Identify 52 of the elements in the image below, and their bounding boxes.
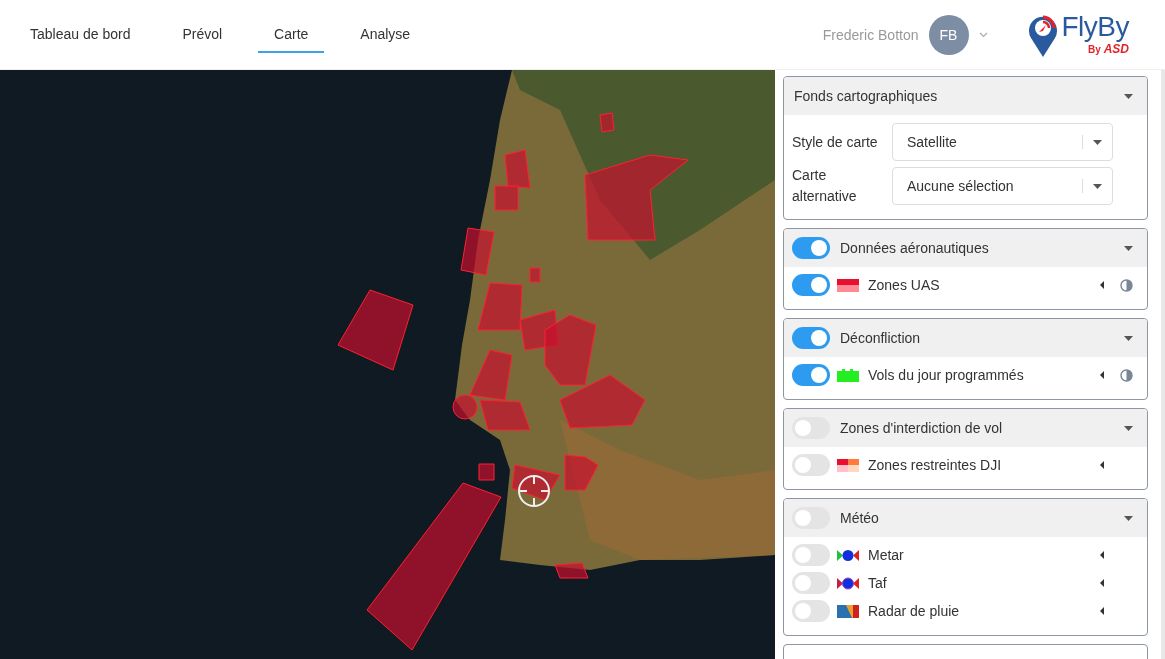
toggle-switch[interactable] [792, 327, 830, 349]
caret-down-icon[interactable] [1124, 93, 1133, 99]
legend-icon [837, 576, 859, 590]
user-name: Frederic Botton [822, 26, 919, 43]
chevron-down-icon[interactable] [978, 31, 988, 38]
opacity-icon[interactable] [1120, 368, 1133, 382]
layer-label: Metar [868, 547, 905, 563]
layer-label: Taf [868, 575, 888, 591]
toggle-switch[interactable] [792, 364, 830, 386]
satellite-map-drawing[interactable] [0, 70, 775, 659]
crosshair-icon [517, 474, 551, 508]
toggle-switch[interactable] [792, 454, 830, 476]
field-label: Carte alternative [792, 166, 858, 206]
caret-left-icon[interactable] [1100, 371, 1104, 379]
toggle-switch[interactable] [792, 237, 830, 259]
logo-by: By [1088, 43, 1101, 55]
caret-left-icon[interactable] [1100, 281, 1104, 289]
caret-down-icon [1093, 183, 1102, 189]
opacity-icon[interactable] [1120, 278, 1133, 292]
legend-icon [837, 278, 859, 292]
caret-left-icon[interactable] [1100, 461, 1104, 469]
select-field[interactable]: Aucune sélection [892, 167, 1113, 205]
toggle-switch[interactable] [792, 507, 830, 529]
nav-tab[interactable]: Analyse [344, 16, 427, 53]
layer-label: Vols du jour programmés [868, 367, 1025, 383]
nav-tab[interactable]: Tableau de bord [14, 16, 147, 53]
nav-tab[interactable]: Carte [258, 16, 325, 53]
logo-name: FlyBy [1061, 11, 1129, 42]
caret-down-icon[interactable] [1124, 425, 1133, 431]
legend-icon [837, 548, 859, 562]
caret-left-icon[interactable] [1100, 607, 1104, 615]
toggle-switch[interactable] [792, 600, 830, 622]
legend-icon [837, 458, 859, 472]
legend-icon [837, 604, 859, 618]
layer-label: Zones UAS [868, 277, 941, 293]
toggle-switch[interactable] [792, 274, 830, 296]
legend-icon [837, 368, 859, 382]
logo-brand: ASD [1103, 41, 1129, 56]
nav-tab[interactable]: Prévol [166, 16, 239, 53]
toggle-switch[interactable] [792, 417, 830, 439]
toggle-switch[interactable] [792, 544, 830, 566]
caret-down-icon[interactable] [1124, 335, 1133, 341]
caret-down-icon[interactable] [1124, 245, 1133, 251]
caret-down-icon [1093, 139, 1102, 145]
layer-label: Zones restreintes DJI [868, 457, 1003, 473]
caret-left-icon[interactable] [1100, 579, 1104, 587]
field-label: Style de carte [792, 132, 879, 152]
caret-left-icon[interactable] [1100, 551, 1104, 559]
toggle-switch[interactable] [792, 572, 830, 594]
select-field[interactable]: Satellite [892, 123, 1113, 161]
layer-label: Radar de pluie [868, 603, 961, 619]
caret-down-icon[interactable] [1124, 515, 1133, 521]
